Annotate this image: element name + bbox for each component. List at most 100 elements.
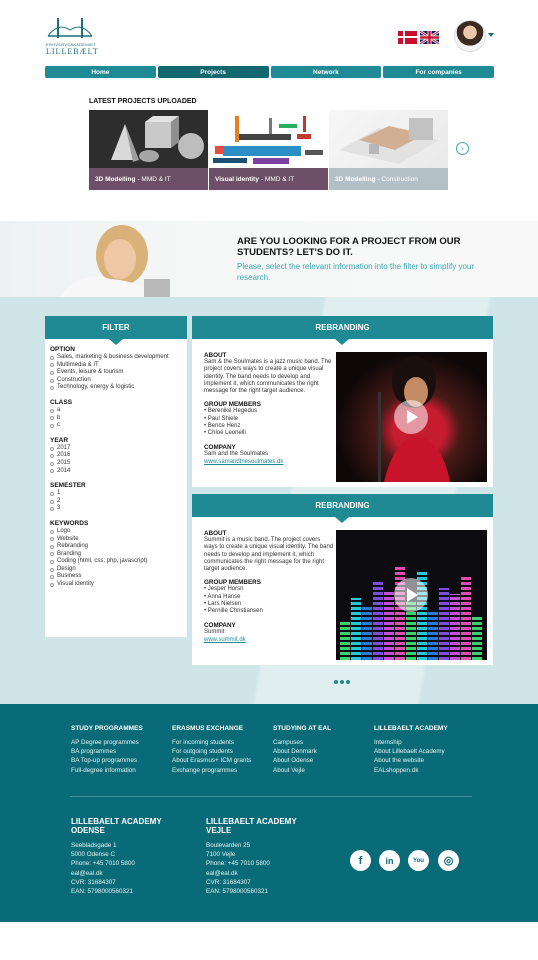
filter-group: KEYWORDS Logo Website Rebranding Branding Cod… [50,520,187,589]
radio-icon[interactable] [50,386,54,391]
footer-link[interactable]: Exchange programmes [172,766,272,775]
instagram-icon[interactable]: ◎ [438,850,459,871]
address-email[interactable]: eal@eal.dk [71,869,181,878]
footer-link[interactable]: BA Top-up programmes [71,756,171,765]
footer-link[interactable]: AP Degree programmes [71,738,171,747]
radio-icon[interactable] [50,499,54,504]
radio-icon[interactable] [50,537,54,542]
equalizer-bar [472,615,482,660]
facebook-glyph: f [358,854,363,867]
filter-option[interactable]: Events, leisure & tourism [50,369,187,377]
filter-option[interactable]: 2017 [50,445,187,453]
radio-icon[interactable] [50,363,54,368]
radio-icon[interactable] [50,469,54,474]
filter-option[interactable]: Multimedia & IT [50,362,187,370]
nav-projects[interactable]: Projects [157,66,269,78]
filter-option[interactable]: Construction [50,377,187,385]
footer-link[interactable]: BA programmes [71,747,171,756]
filter-option[interactable]: 2 [50,498,187,506]
filter-option[interactable]: Sales, marketing & business development [50,354,187,362]
radio-icon[interactable] [50,461,54,466]
project-card-3d-construction[interactable]: 3D Modelling - Construction [329,110,448,190]
page-dot[interactable] [346,680,350,684]
footer-link[interactable]: Full-degree information [71,766,171,775]
company-link[interactable]: www.samandthesoulmates.dk [204,458,334,466]
company-link[interactable]: www.summit.dk [204,636,334,644]
linkedin-icon[interactable]: in [379,850,400,871]
radio-icon[interactable] [50,423,54,428]
uk-flag-icon[interactable] [420,31,439,44]
filter-option[interactable]: c [50,422,187,430]
filter-option[interactable]: 2016 [50,452,187,460]
address-phone: Phone: +45 7010 5800 [71,860,135,868]
facebook-icon[interactable]: f [350,850,371,871]
danish-flag-icon[interactable] [398,31,417,44]
radio-icon[interactable] [50,446,54,451]
hero-banner [0,221,538,297]
footer-link[interactable]: Campuses [273,738,373,747]
filter-option[interactable]: Design [50,566,187,574]
filter-group-title: KEYWORDS [50,519,89,527]
page-dot[interactable] [340,680,344,684]
filter-option[interactable]: 3 [50,505,187,513]
filter-option-label: 2017 [57,444,71,451]
filter-option[interactable]: Coding (html, css, php, javascript) [50,558,187,566]
project-card-3d-modelling[interactable]: 3D Modelling - MMD & IT [89,110,208,190]
chevron-down-icon[interactable] [488,33,494,37]
radio-icon[interactable] [50,552,54,557]
radio-icon[interactable] [50,567,54,572]
project-video[interactable] [336,352,487,482]
filter-option[interactable]: Logo [50,528,187,536]
radio-icon[interactable] [50,582,54,587]
radio-icon[interactable] [50,575,54,580]
footer-link[interactable]: About Erasmus+ ICM grants [172,756,272,765]
radio-icon[interactable] [50,355,54,360]
filter-option[interactable]: b [50,415,187,423]
filter-option[interactable]: 1 [50,490,187,498]
footer-link[interactable]: For outgoing students [172,747,272,756]
card-category: 3D Modelling [95,175,136,183]
radio-icon[interactable] [50,416,54,421]
carousel-next-button[interactable]: › [456,142,469,155]
footer-link[interactable]: For incoming students [172,738,272,747]
filter-option[interactable]: a [50,407,187,415]
radio-icon[interactable] [50,454,54,459]
page-dot[interactable] [334,680,338,684]
radio-icon[interactable] [50,378,54,383]
footer-link[interactable]: About Lillebaelt Academy [374,747,474,756]
footer-link[interactable]: About the website [374,756,474,765]
radio-icon[interactable] [50,491,54,496]
user-avatar[interactable] [454,20,486,52]
project-video[interactable] [336,530,487,660]
radio-icon[interactable] [50,507,54,512]
project-card-visual-identity[interactable]: Visual identity - MMD & IT [209,110,328,190]
nav-network[interactable]: Network [270,66,382,78]
footer-link[interactable]: About Odense [273,756,373,765]
filter-option[interactable]: Rebranding [50,543,187,551]
footer-column: LILLEBAELT ACADEMY Internship About Lill… [374,725,474,775]
radio-icon[interactable] [50,544,54,549]
filter-option[interactable]: 2014 [50,468,187,476]
footer-link[interactable]: Internship [374,738,474,747]
filter-option[interactable]: 2015 [50,460,187,468]
nav-for-companies[interactable]: For companies [383,66,494,78]
radio-icon[interactable] [50,560,54,565]
play-icon[interactable] [394,578,428,612]
radio-icon[interactable] [50,529,54,534]
footer-link[interactable]: About Vejle [273,766,373,775]
filter-group-title: OPTION [50,346,75,353]
filter-option[interactable]: Visual identity [50,581,187,589]
youtube-icon[interactable]: You [408,850,429,871]
linkedin-glyph: in [385,855,394,866]
filter-option[interactable]: Website [50,536,187,544]
radio-icon[interactable] [50,370,54,375]
filter-option[interactable]: Business [50,573,187,581]
nav-home[interactable]: Home [45,66,156,78]
address-email[interactable]: eal@eal.dk [206,869,316,878]
filter-option[interactable]: Technology, energy & logistic [50,384,187,392]
radio-icon[interactable] [50,408,54,413]
footer-link[interactable]: About Denmark [273,747,373,756]
footer-link[interactable]: EALshoppen.dk [374,766,474,775]
filter-option[interactable]: Branding [50,551,187,559]
play-icon[interactable] [394,400,428,434]
